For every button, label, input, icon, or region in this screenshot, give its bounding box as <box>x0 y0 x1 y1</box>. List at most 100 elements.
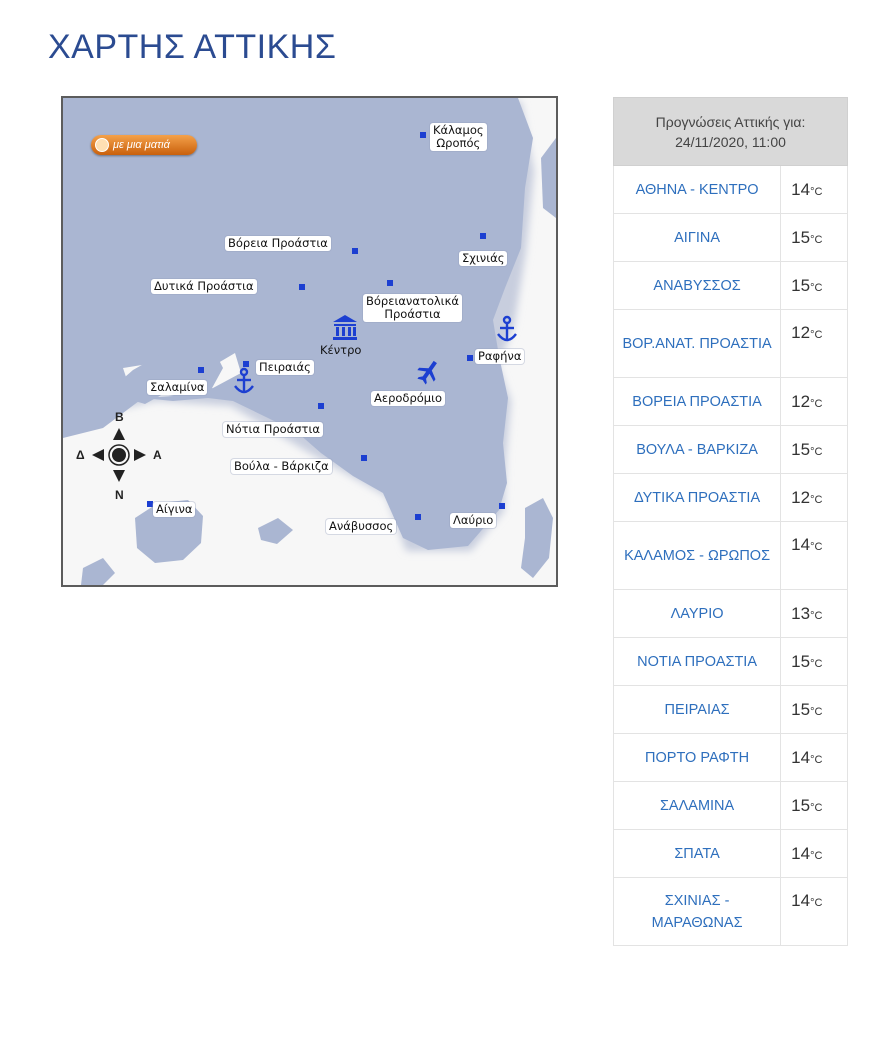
forecast-row: ΔΥΤΙΚΑ ΠΡΟΑΣΤΙΑ 12°C <box>612 473 848 522</box>
temperature-unit: °C <box>810 185 823 198</box>
temperature-unit: °C <box>810 329 823 341</box>
compass-east-label: Α <box>153 448 162 462</box>
forecast-row: ΒΟΡΕΙΑ ΠΡΟΑΣΤΙΑ 12°C <box>612 377 848 426</box>
location-marker[interactable] <box>499 503 505 509</box>
forecast-temperature: 14°C <box>780 829 848 878</box>
location-marker[interactable] <box>467 355 473 361</box>
forecast-temperature: 14°C <box>780 165 848 214</box>
forecast-row: ΝΟΤΙΑ ΠΡΟΑΣΤΙΑ 15°C <box>612 637 848 686</box>
temperature-value: 15 <box>791 795 811 815</box>
forecast-row: ΑΘΗΝΑ - ΚΕΝΤΡΟ 14°C <box>612 165 848 214</box>
forecast-place-link[interactable]: ΣΧΙΝΙΑΣ - ΜΑΡΑΘΩΝΑΣ <box>612 877 782 946</box>
map-label-salamina[interactable]: Σαλαμίνα <box>147 380 208 395</box>
forecast-place-link[interactable]: ΝΟΤΙΑ ΠΡΟΑΣΤΙΑ <box>612 637 782 686</box>
location-marker[interactable] <box>352 248 358 254</box>
forecast-temperature: 15°C <box>780 425 848 474</box>
map-label-kentro[interactable]: Κέντρο <box>320 344 361 357</box>
temperature-unit: °C <box>810 281 823 294</box>
forecast-row: ΣΧΙΝΙΑΣ - ΜΑΡΑΘΩΝΑΣ 14°C <box>612 877 848 946</box>
forecast-temperature: 13°C <box>780 589 848 638</box>
forecast-place-link[interactable]: ΒΟΡ.ΑΝΑΤ. ΠΡΟΑΣΤΙΑ <box>612 309 782 378</box>
temperature-value: 14 <box>791 891 811 910</box>
forecast-place-link[interactable]: ΣΠΑΤΑ <box>612 829 782 878</box>
forecast-temperature: 15°C <box>780 637 848 686</box>
temperature-value: 14 <box>791 747 811 767</box>
location-marker[interactable] <box>361 455 367 461</box>
temperature-unit: °C <box>810 609 823 622</box>
forecast-place-link[interactable]: ΑΙΓΙΝΑ <box>612 213 782 262</box>
map-graphic <box>63 98 556 585</box>
forecast-row: ΛΑΥΡΙΟ 13°C <box>612 589 848 638</box>
location-marker[interactable] <box>415 514 421 520</box>
map-label-schinias[interactable]: Σχινιάς <box>459 251 508 266</box>
forecast-place-link[interactable]: ΠΟΡΤΟ ΡΑΦΤΗ <box>612 733 782 782</box>
forecast-row: ΠΕΙΡΑΙΑΣ 15°C <box>612 685 848 734</box>
map-label-aerodromio[interactable]: Αεροδρόμιο <box>371 391 446 406</box>
forecast-header: Προγνώσεις Αττικής για: 24/11/2020, 11:0… <box>613 97 848 166</box>
location-marker[interactable] <box>243 361 249 367</box>
forecast-row: ΑΝΑΒΥΣΣΟΣ 15°C <box>612 261 848 310</box>
forecast-row: ΠΟΡΤΟ ΡΑΦΤΗ 14°C <box>612 733 848 782</box>
map-label-aigina[interactable]: Αίγινα <box>153 502 196 517</box>
forecast-temperature: 15°C <box>780 261 848 310</box>
temperature-value: 12 <box>791 391 811 411</box>
location-marker[interactable] <box>480 233 486 239</box>
forecast-row: ΒΟΡ.ΑΝΑΤ. ΠΡΟΑΣΤΙΑ 12°C <box>612 309 848 378</box>
forecast-place-link[interactable]: ΑΝΑΒΥΣΣΟΣ <box>612 261 782 310</box>
temperature-value: 15 <box>791 651 811 671</box>
forecast-place-link[interactable]: ΛΑΥΡΙΟ <box>612 589 782 638</box>
mainland <box>63 98 533 550</box>
map-label-rafina[interactable]: Ραφήνα <box>475 349 525 364</box>
temperature-value: 12 <box>791 487 811 507</box>
temperature-unit: °C <box>810 493 823 506</box>
map-label-kalamos[interactable]: Κάλαμος Ωροπός <box>430 123 487 151</box>
temperature-unit: °C <box>810 849 823 862</box>
temperature-unit: °C <box>810 445 823 458</box>
temperature-value: 15 <box>791 227 811 247</box>
forecast-place-link[interactable]: ΑΘΗΝΑ - ΚΕΝΤΡΟ <box>612 165 782 214</box>
forecast-place-link[interactable]: ΠΕΙΡΑΙΑΣ <box>612 685 782 734</box>
forecast-temperature: 15°C <box>780 213 848 262</box>
location-marker[interactable] <box>318 403 324 409</box>
forecast-temperature: 14°C <box>780 521 848 590</box>
forecast-place-link[interactable]: ΚΑΛΑΜΟΣ - ΩΡΩΠΟΣ <box>612 521 782 590</box>
temperature-unit: °C <box>810 705 823 718</box>
forecast-row: ΑΙΓΙΝΑ 15°C <box>612 213 848 262</box>
forecast-place-link[interactable]: ΔΥΤΙΚΑ ΠΡΟΑΣΤΙΑ <box>612 473 782 522</box>
map-label-voreia[interactable]: Βόρεια Προάστια <box>225 236 331 251</box>
temperature-unit: °C <box>810 897 823 909</box>
forecast-place-link[interactable]: ΒΟΥΛΑ - ΒΑΡΚΙΖΑ <box>612 425 782 474</box>
temperature-value: 15 <box>791 699 811 719</box>
forecast-table: Προγνώσεις Αττικής για: 24/11/2020, 11:0… <box>612 97 848 946</box>
temperature-unit: °C <box>810 801 823 814</box>
forecast-place-link[interactable]: ΣΑΛΑΜΙΝΑ <box>612 781 782 830</box>
location-marker[interactable] <box>420 132 426 138</box>
one-click-label: με μια ματιά <box>113 139 170 151</box>
temperature-value: 14 <box>791 843 811 863</box>
map-label-dytika[interactable]: Δυτικά Προάστια <box>151 279 257 294</box>
map-label-anavyssos[interactable]: Ανάβυσσος <box>326 519 397 534</box>
location-marker[interactable] <box>198 367 204 373</box>
attica-map[interactable]: με μια ματιά Β Ν Δ Α Κάλαμος Ωροπός Βόρε… <box>61 96 558 587</box>
forecast-place-link[interactable]: ΒΟΡΕΙΑ ΠΡΟΑΣΤΙΑ <box>612 377 782 426</box>
one-click-button[interactable]: με μια ματιά <box>91 135 197 155</box>
temperature-value: 12 <box>791 323 811 342</box>
forecast-row: ΣΠΑΤΑ 14°C <box>612 829 848 878</box>
temperature-value: 13 <box>791 603 811 623</box>
forecast-temperature: 15°C <box>780 685 848 734</box>
compass-north-label: Β <box>115 410 124 424</box>
location-marker[interactable] <box>387 280 393 286</box>
map-label-voula[interactable]: Βούλα - Βάρκιζα <box>231 459 332 474</box>
temperature-unit: °C <box>810 657 823 670</box>
map-label-notia[interactable]: Νότια Προάστια <box>223 422 323 437</box>
forecast-temperature: 12°C <box>780 377 848 426</box>
temperature-unit: °C <box>810 541 823 553</box>
map-label-peiraias[interactable]: Πειραιάς <box>256 360 314 375</box>
forecast-temperature: 15°C <box>780 781 848 830</box>
map-label-lavrio[interactable]: Λαύριο <box>450 513 497 528</box>
map-label-voreioanatolika[interactable]: Βόρειανατολικά Προάστια <box>363 294 462 322</box>
location-marker[interactable] <box>299 284 305 290</box>
temperature-value: 14 <box>791 535 811 554</box>
compass-icon <box>92 428 146 482</box>
compass-dot-icon <box>95 138 109 152</box>
